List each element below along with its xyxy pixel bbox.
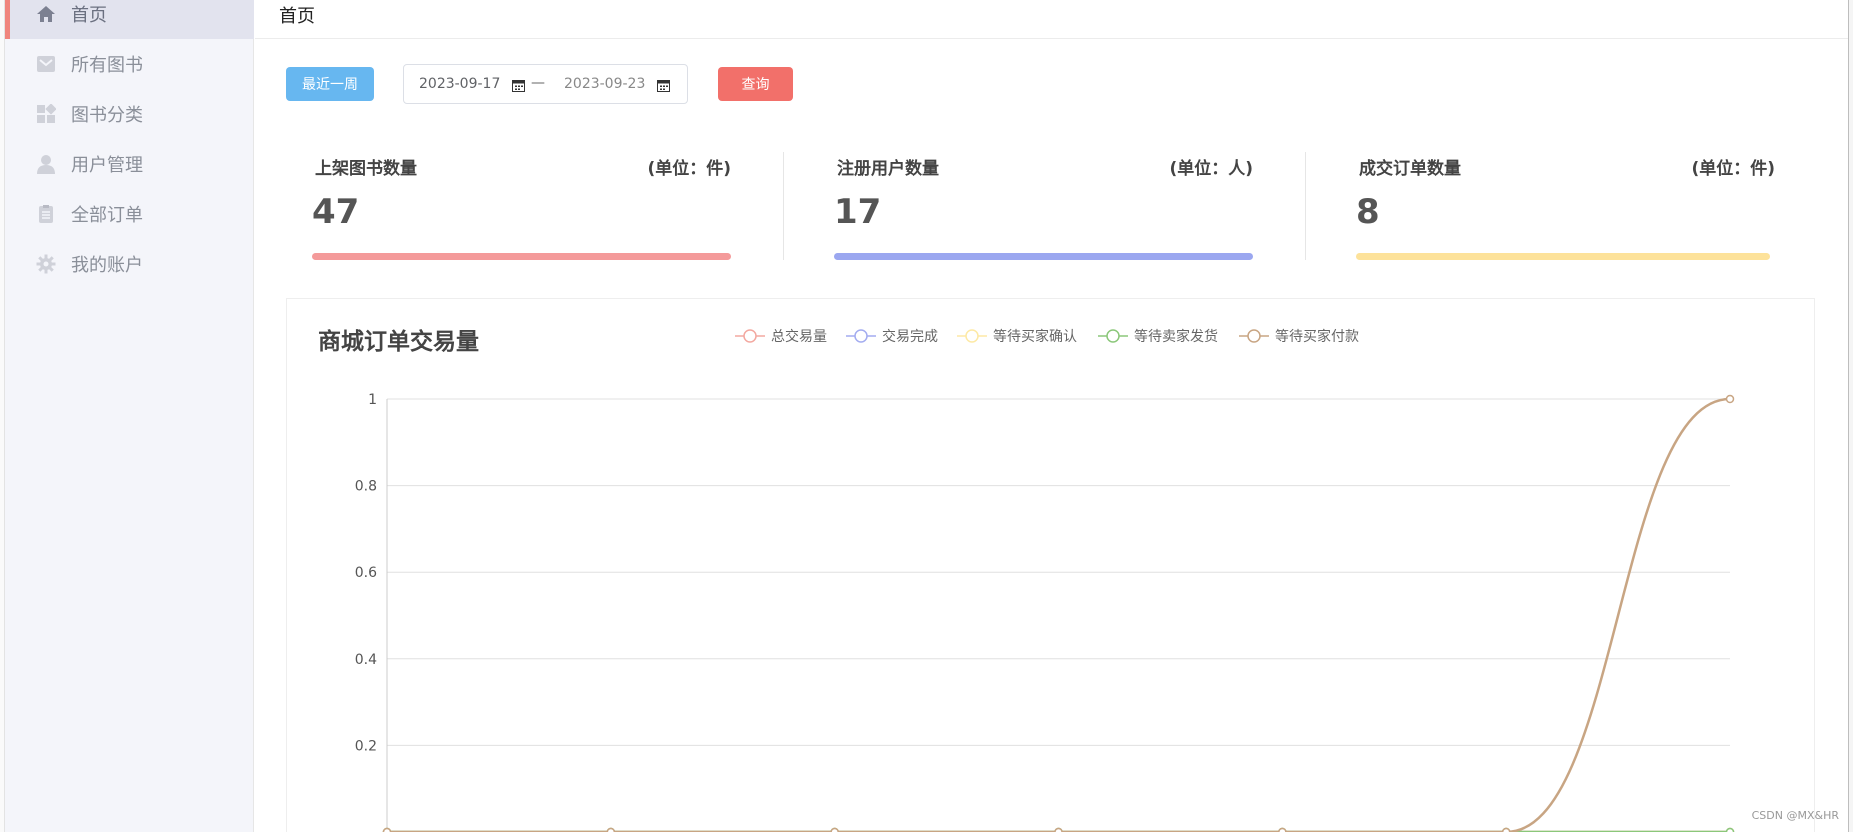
data-point	[1278, 827, 1287, 832]
line-chart: 1 0.8 0.6 0.4 0.2	[355, 392, 1735, 832]
data-point	[1725, 394, 1735, 404]
app-root: 首页 所有图书 图书分类 用户管理 全部订单 我的账户 首页 最近一周 2023…	[0, 0, 1853, 832]
y-tick-label: 1	[368, 392, 377, 408]
y-tick-label: 0.8	[355, 479, 377, 495]
watermark: CSDN @MX&HR	[1751, 809, 1839, 822]
data-point	[830, 827, 839, 832]
series-line	[386, 397, 1731, 832]
y-tick-label: 0.6	[355, 565, 377, 581]
y-tick-label: 0.4	[355, 652, 377, 668]
data-point	[382, 827, 392, 832]
y-tick-label: 0.2	[355, 738, 377, 754]
data-point	[1725, 827, 1735, 832]
data-point	[606, 827, 616, 832]
data-point	[1501, 827, 1511, 832]
data-point	[1054, 827, 1063, 832]
